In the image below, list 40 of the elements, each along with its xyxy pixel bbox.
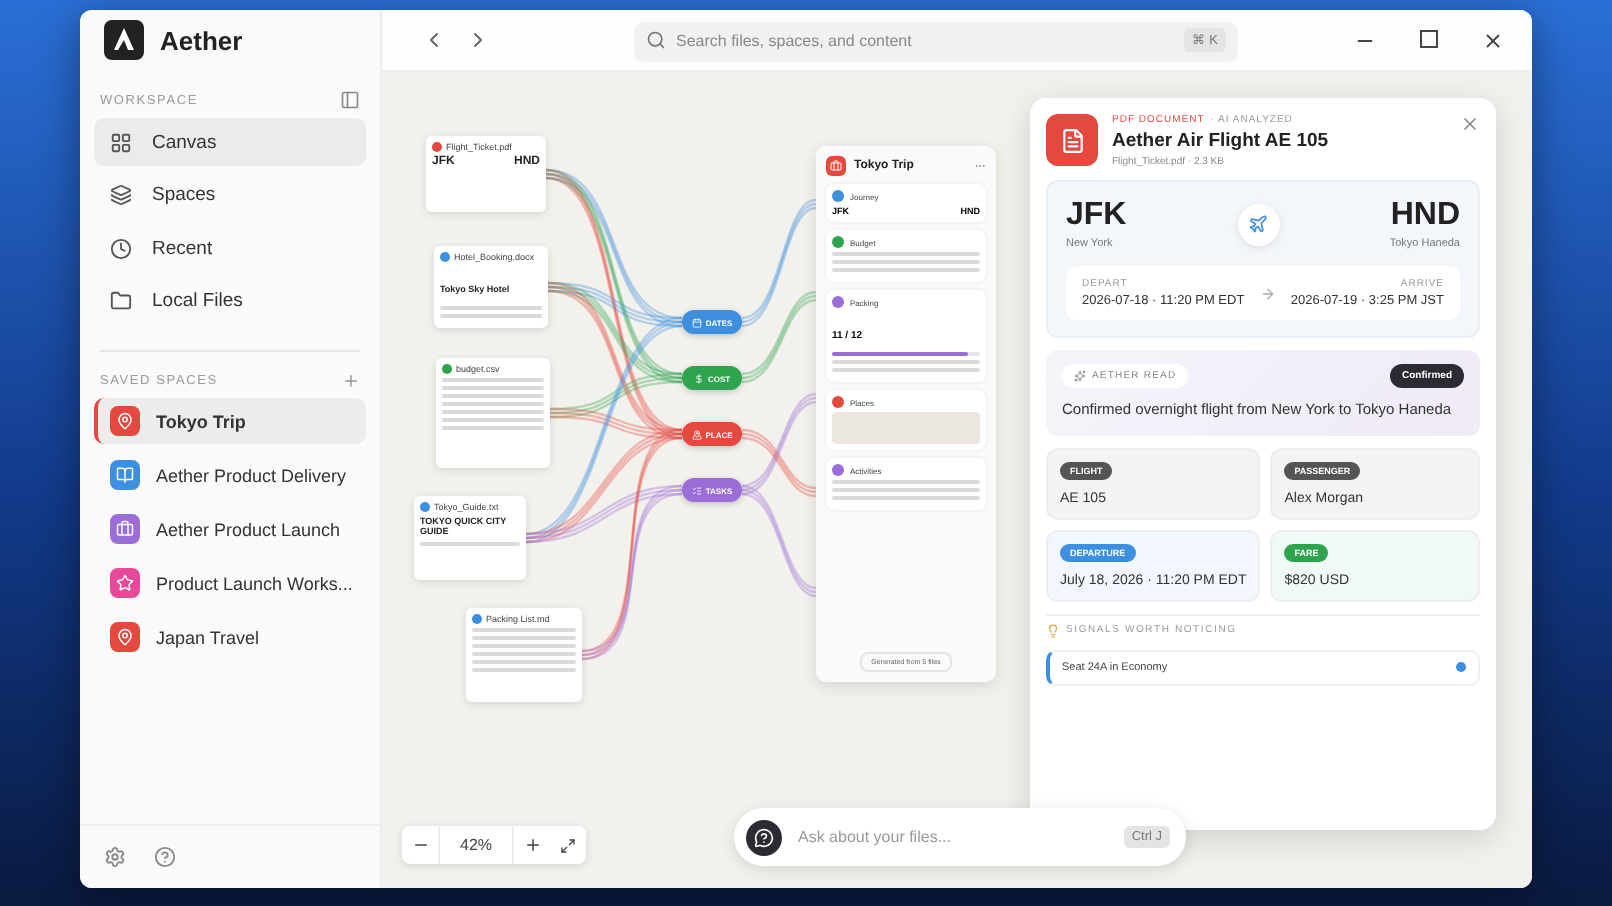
space-item[interactable]: Product Launch Works... <box>94 560 366 606</box>
connection-ribbon <box>741 290 817 384</box>
expand-icon <box>560 837 577 853</box>
checklist-icon <box>691 485 702 495</box>
space-item[interactable]: Aether Product Delivery <box>94 452 366 498</box>
status-dot-icon <box>1456 662 1466 673</box>
search-icon <box>646 30 666 50</box>
nav-item[interactable]: Canvas <box>94 118 366 166</box>
airport-code: JFK <box>1066 198 1127 234</box>
nav-icon <box>110 131 132 153</box>
detail-title: Aether Air Flight AE 105 <box>1112 130 1331 152</box>
add-icon[interactable] <box>342 372 360 390</box>
help-icon[interactable] <box>154 846 176 868</box>
calendar-icon <box>691 317 702 327</box>
plane-icon <box>1237 203 1280 245</box>
space-item[interactable]: Tokyo Trip <box>94 398 366 444</box>
nav-item[interactable]: Recent <box>94 224 366 272</box>
map-pin-icon <box>691 429 702 439</box>
dollar-icon <box>693 373 704 383</box>
settings-icon[interactable] <box>104 846 126 868</box>
connection-ribbon <box>741 198 817 328</box>
space-item[interactable]: Japan Travel <box>94 614 366 660</box>
nav-icon <box>110 290 132 312</box>
app-logo <box>104 20 144 60</box>
close-icon[interactable] <box>1482 29 1504 51</box>
maximize-icon[interactable] <box>1420 29 1438 47</box>
arrow-icon <box>1259 285 1276 301</box>
zoom-level: 42% <box>438 826 515 864</box>
nav-icon <box>110 184 132 206</box>
plus-icon <box>523 836 542 854</box>
space-item[interactable]: Aether Product Launch <box>94 506 366 552</box>
airport-code: HND <box>1390 198 1460 234</box>
lightbulb-icon <box>1046 623 1060 638</box>
nav-item[interactable]: Local Files <box>94 277 366 325</box>
document-icon <box>826 156 846 176</box>
nav-item[interactable]: Spaces <box>94 171 366 219</box>
collapse-sidebar-icon[interactable] <box>340 90 360 110</box>
pdf-file-icon <box>1046 114 1098 166</box>
app-name: Aether <box>160 25 243 55</box>
nav-icon <box>110 237 132 259</box>
